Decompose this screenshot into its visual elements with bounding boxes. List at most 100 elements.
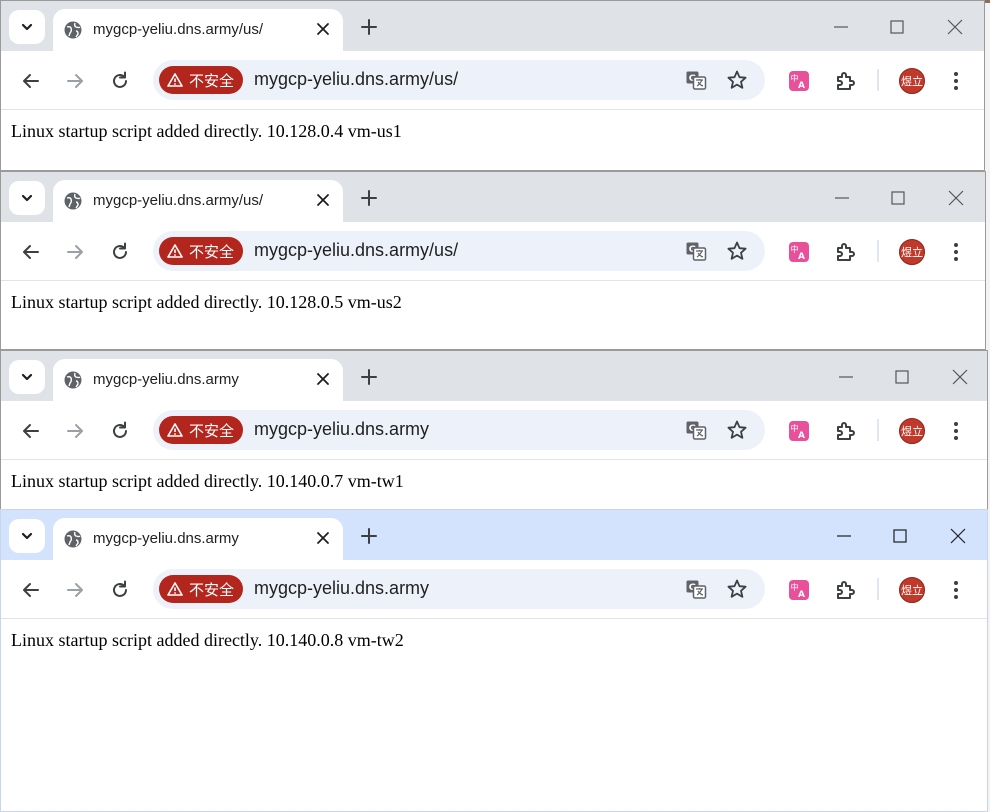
tab-active[interactable]: mygcp-yeliu.dns.army bbox=[53, 359, 343, 401]
reload-icon[interactable] bbox=[109, 70, 131, 92]
maximize-icon[interactable] bbox=[892, 367, 912, 387]
kebab-menu-icon[interactable] bbox=[944, 578, 968, 602]
tab-search-button[interactable] bbox=[9, 10, 45, 44]
arrow-left-icon[interactable] bbox=[20, 579, 42, 601]
security-chip[interactable]: 不安全 bbox=[159, 575, 243, 603]
plus-icon[interactable] bbox=[359, 367, 379, 387]
tab-title: mygcp-yeliu.dns.army/us/ bbox=[93, 192, 264, 209]
tab-active[interactable]: mygcp-yeliu.dns.army/us/ bbox=[53, 9, 343, 51]
address-bar[interactable]: 不安全 mygcp-yeliu.dns.army/us/ G bbox=[153, 60, 765, 100]
url-text: mygcp-yeliu.dns.army bbox=[254, 578, 430, 598]
star-icon[interactable] bbox=[726, 419, 748, 441]
translate-icon[interactable]: G bbox=[685, 578, 707, 600]
maximize-icon[interactable] bbox=[888, 188, 908, 208]
translate-icon[interactable]: G bbox=[685, 419, 707, 441]
globe-icon bbox=[64, 21, 82, 39]
reload-icon[interactable] bbox=[109, 241, 131, 263]
maximize-icon[interactable] bbox=[890, 526, 910, 546]
reload-icon[interactable] bbox=[109, 579, 131, 601]
address-bar[interactable]: 不安全 mygcp-yeliu.dns.army/us/ G bbox=[153, 231, 765, 271]
chevron-down-icon bbox=[21, 194, 33, 202]
warning-triangle-icon bbox=[167, 244, 183, 258]
warning-triangle-icon bbox=[167, 73, 183, 87]
plus-icon[interactable] bbox=[359, 188, 379, 208]
chevron-down-icon bbox=[21, 23, 33, 31]
security-chip[interactable]: 不安全 bbox=[159, 66, 243, 94]
puzzle-icon[interactable] bbox=[833, 578, 857, 602]
arrow-left-icon[interactable] bbox=[20, 420, 42, 442]
close-icon[interactable] bbox=[315, 530, 331, 546]
star-icon[interactable] bbox=[726, 240, 748, 262]
tab-active[interactable]: mygcp-yeliu.dns.army/us/ bbox=[53, 180, 343, 222]
plus-icon[interactable] bbox=[359, 17, 379, 37]
arrow-right-icon[interactable] bbox=[64, 579, 86, 601]
puzzle-icon[interactable] bbox=[833, 419, 857, 443]
minimize-icon[interactable] bbox=[832, 188, 852, 208]
arrow-right-icon[interactable] bbox=[64, 420, 86, 442]
page-content-text: Linux startup script added directly. 10.… bbox=[11, 292, 402, 312]
tab-search-button[interactable] bbox=[9, 519, 45, 553]
chevron-down-icon bbox=[21, 373, 33, 381]
avatar[interactable]: 煜立 bbox=[899, 577, 925, 603]
tab-search-button[interactable] bbox=[9, 181, 45, 215]
tab-title: mygcp-yeliu.dns.army/us/ bbox=[93, 21, 264, 38]
translate-icon[interactable]: G bbox=[685, 69, 707, 91]
minimize-icon[interactable] bbox=[831, 17, 851, 37]
close-icon[interactable] bbox=[315, 192, 331, 208]
avatar[interactable]: 煜立 bbox=[899, 239, 925, 265]
security-chip-label: 不安全 bbox=[189, 72, 235, 90]
close-icon[interactable] bbox=[315, 21, 331, 37]
minimize-icon[interactable] bbox=[836, 367, 856, 387]
avatar[interactable]: 煜立 bbox=[899, 418, 925, 444]
close-window-icon[interactable] bbox=[948, 526, 968, 546]
pink-translate-extension-icon[interactable]: 中A bbox=[787, 69, 811, 93]
globe-icon bbox=[64, 530, 82, 548]
minimize-icon[interactable] bbox=[834, 526, 854, 546]
arrow-left-icon[interactable] bbox=[20, 241, 42, 263]
pink-translate-extension-icon[interactable]: 中A bbox=[787, 419, 811, 443]
tab-title: mygcp-yeliu.dns.army bbox=[93, 530, 239, 547]
kebab-menu-icon[interactable] bbox=[944, 240, 968, 264]
browser-window-3: mygcp-yeliu.dns.army 不安全 mygcp-yeliu.dns… bbox=[0, 350, 988, 510]
arrow-left-icon[interactable] bbox=[20, 70, 42, 92]
security-chip-label: 不安全 bbox=[189, 422, 235, 440]
pink-translate-extension-icon[interactable]: 中A bbox=[787, 240, 811, 264]
tab-active[interactable]: mygcp-yeliu.dns.army bbox=[53, 518, 343, 560]
avatar-text: 煜立 bbox=[901, 247, 923, 259]
translate-icon[interactable]: G bbox=[685, 240, 707, 262]
avatar-text: 煜立 bbox=[901, 585, 923, 597]
kebab-menu-icon[interactable] bbox=[944, 419, 968, 443]
avatar[interactable]: 煜立 bbox=[899, 68, 925, 94]
url-text: mygcp-yeliu.dns.army/us/ bbox=[254, 240, 459, 260]
close-icon[interactable] bbox=[315, 371, 331, 387]
security-chip[interactable]: 不安全 bbox=[159, 237, 243, 265]
puzzle-icon[interactable] bbox=[833, 240, 857, 264]
plus-icon[interactable] bbox=[359, 526, 379, 546]
svg-text:A: A bbox=[798, 431, 805, 441]
close-window-icon[interactable] bbox=[945, 17, 965, 37]
toolbar: 不安全 mygcp-yeliu.dns.army/us/ G 中A 煜立 bbox=[1, 222, 985, 281]
toolbar: 不安全 mygcp-yeliu.dns.army G 中A 煜立 bbox=[1, 560, 987, 619]
address-bar[interactable]: 不安全 mygcp-yeliu.dns.army G bbox=[153, 410, 765, 450]
close-window-icon[interactable] bbox=[946, 188, 966, 208]
security-chip-label: 不安全 bbox=[189, 581, 235, 599]
toolbar-separator bbox=[877, 240, 879, 262]
chevron-down-icon bbox=[21, 532, 33, 540]
warning-triangle-icon bbox=[167, 423, 183, 437]
avatar-text: 煜立 bbox=[901, 426, 923, 438]
pink-translate-extension-icon[interactable]: 中A bbox=[787, 578, 811, 602]
tab-search-button[interactable] bbox=[9, 360, 45, 394]
page-content-text: Linux startup script added directly. 10.… bbox=[11, 630, 404, 650]
maximize-icon[interactable] bbox=[887, 17, 907, 37]
avatar-text: 煜立 bbox=[901, 76, 923, 88]
close-window-icon[interactable] bbox=[950, 367, 970, 387]
star-icon[interactable] bbox=[726, 69, 748, 91]
arrow-right-icon[interactable] bbox=[64, 70, 86, 92]
security-chip[interactable]: 不安全 bbox=[159, 416, 243, 444]
reload-icon[interactable] bbox=[109, 420, 131, 442]
star-icon[interactable] bbox=[726, 578, 748, 600]
arrow-right-icon[interactable] bbox=[64, 241, 86, 263]
address-bar[interactable]: 不安全 mygcp-yeliu.dns.army G bbox=[153, 569, 765, 609]
kebab-menu-icon[interactable] bbox=[944, 69, 968, 93]
puzzle-icon[interactable] bbox=[833, 69, 857, 93]
